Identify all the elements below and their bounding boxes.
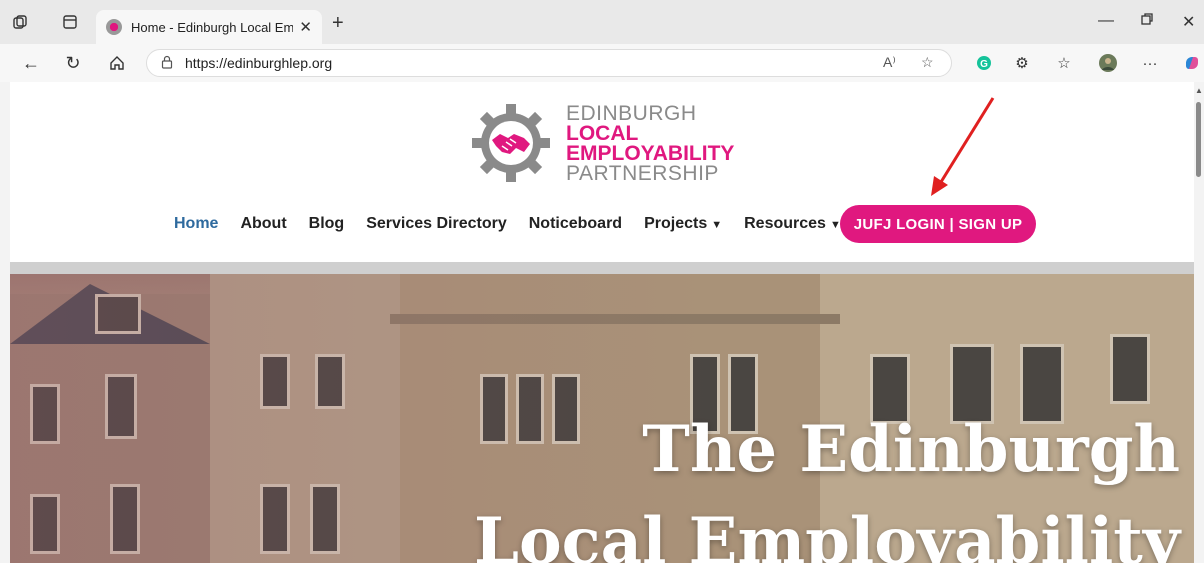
caret-down-icon: ▼ — [711, 219, 723, 231]
workspaces-icon[interactable] — [10, 12, 30, 32]
tab-strip: Home - Edinburgh Local Employa ✕ + — ✕ — [0, 0, 1204, 44]
hero-heading: The Edinburgh Local Employability — [474, 404, 1180, 563]
logo-line-partnership: PARTNERSHIP — [566, 162, 719, 185]
nav-item-blog[interactable]: Blog — [309, 215, 345, 233]
profile-avatar[interactable] — [1098, 53, 1118, 73]
scroll-up-icon[interactable]: ▲ — [1195, 86, 1203, 95]
site-logo[interactable]: EDINBURGH LOCAL EMPLOYABILITY PARTNERSHI… — [470, 100, 770, 188]
url-text[interactable]: https://edinburghlep.org — [185, 55, 332, 71]
nav-item-services-directory[interactable]: Services Directory — [366, 215, 507, 233]
more-options-icon[interactable]: ··· — [1140, 53, 1160, 73]
logo-wordmark: EDINBURGH LOCAL EMPLOYABILITY PARTNERSHI… — [566, 102, 735, 185]
nav-item-resources-label: Resources — [744, 215, 826, 232]
grammarly-icon[interactable]: G — [974, 53, 994, 73]
nav-item-home[interactable]: Home — [174, 215, 218, 233]
minimize-icon[interactable]: — — [1098, 12, 1114, 30]
logo-line-employability: EMPLOYABILITY — [566, 142, 735, 165]
page-scrollbar[interactable]: ▲ — [1194, 82, 1204, 563]
read-aloud-icon[interactable]: A⁾ — [883, 54, 896, 71]
favorites-icon[interactable]: ☆ — [1054, 53, 1074, 73]
nav-item-projects-label: Projects — [644, 215, 708, 232]
svg-text:G: G — [980, 59, 988, 70]
lock-icon[interactable] — [161, 55, 173, 72]
close-window-icon[interactable]: ✕ — [1182, 12, 1195, 32]
address-bar-row: ← ↻ https://edinburghlep.org A⁾ ☆ G ⚙ ☆ … — [0, 44, 1204, 82]
site-header: EDINBURGH LOCAL EMPLOYABILITY PARTNERSHI… — [10, 82, 1194, 262]
back-icon[interactable]: ← — [20, 52, 42, 74]
tab-title: Home - Edinburgh Local Employa — [131, 19, 294, 35]
hero-heading-line1: The Edinburgh — [642, 412, 1180, 487]
site-favicon-icon — [106, 19, 122, 35]
tab-close-icon[interactable]: ✕ — [299, 18, 312, 36]
nav-item-resources[interactable]: Resources ▼ — [744, 215, 841, 233]
hero-heading-line2: Local Employability — [473, 504, 1180, 563]
handshake-gear-icon — [472, 104, 550, 182]
home-icon[interactable] — [106, 52, 128, 74]
address-bar[interactable]: https://edinburghlep.org A⁾ ☆ — [146, 49, 952, 77]
nav-item-noticeboard[interactable]: Noticeboard — [529, 215, 622, 233]
nav-item-about[interactable]: About — [240, 215, 286, 233]
browser-window: Home - Edinburgh Local Employa ✕ + — ✕ ←… — [0, 0, 1204, 563]
favorite-star-icon[interactable]: ☆ — [921, 54, 934, 71]
refresh-icon[interactable]: ↻ — [62, 52, 84, 74]
new-tab-button[interactable]: + — [332, 12, 344, 35]
tab-home[interactable]: Home - Edinburgh Local Employa ✕ — [96, 10, 322, 44]
page-viewport: EDINBURGH LOCAL EMPLOYABILITY PARTNERSHI… — [10, 82, 1194, 563]
header-divider — [10, 262, 1194, 274]
hero-banner: The Edinburgh Local Employability — [10, 274, 1194, 563]
logo-line-local: LOCAL — [566, 122, 639, 145]
copilot-icon[interactable] — [1182, 53, 1202, 73]
extensions-icon[interactable]: ⚙ — [1012, 53, 1032, 73]
restore-icon[interactable] — [1140, 12, 1154, 31]
nav-item-projects[interactable]: Projects ▼ — [644, 215, 722, 233]
logo-line-edinburgh: EDINBURGH — [566, 102, 697, 125]
main-navigation: Home About Blog Services Directory Notic… — [174, 204, 863, 244]
login-signup-button[interactable]: JUFJ LOGIN | SIGN UP — [840, 205, 1036, 243]
tab-actions-icon[interactable] — [60, 12, 80, 32]
scrollbar-thumb[interactable] — [1196, 102, 1201, 177]
